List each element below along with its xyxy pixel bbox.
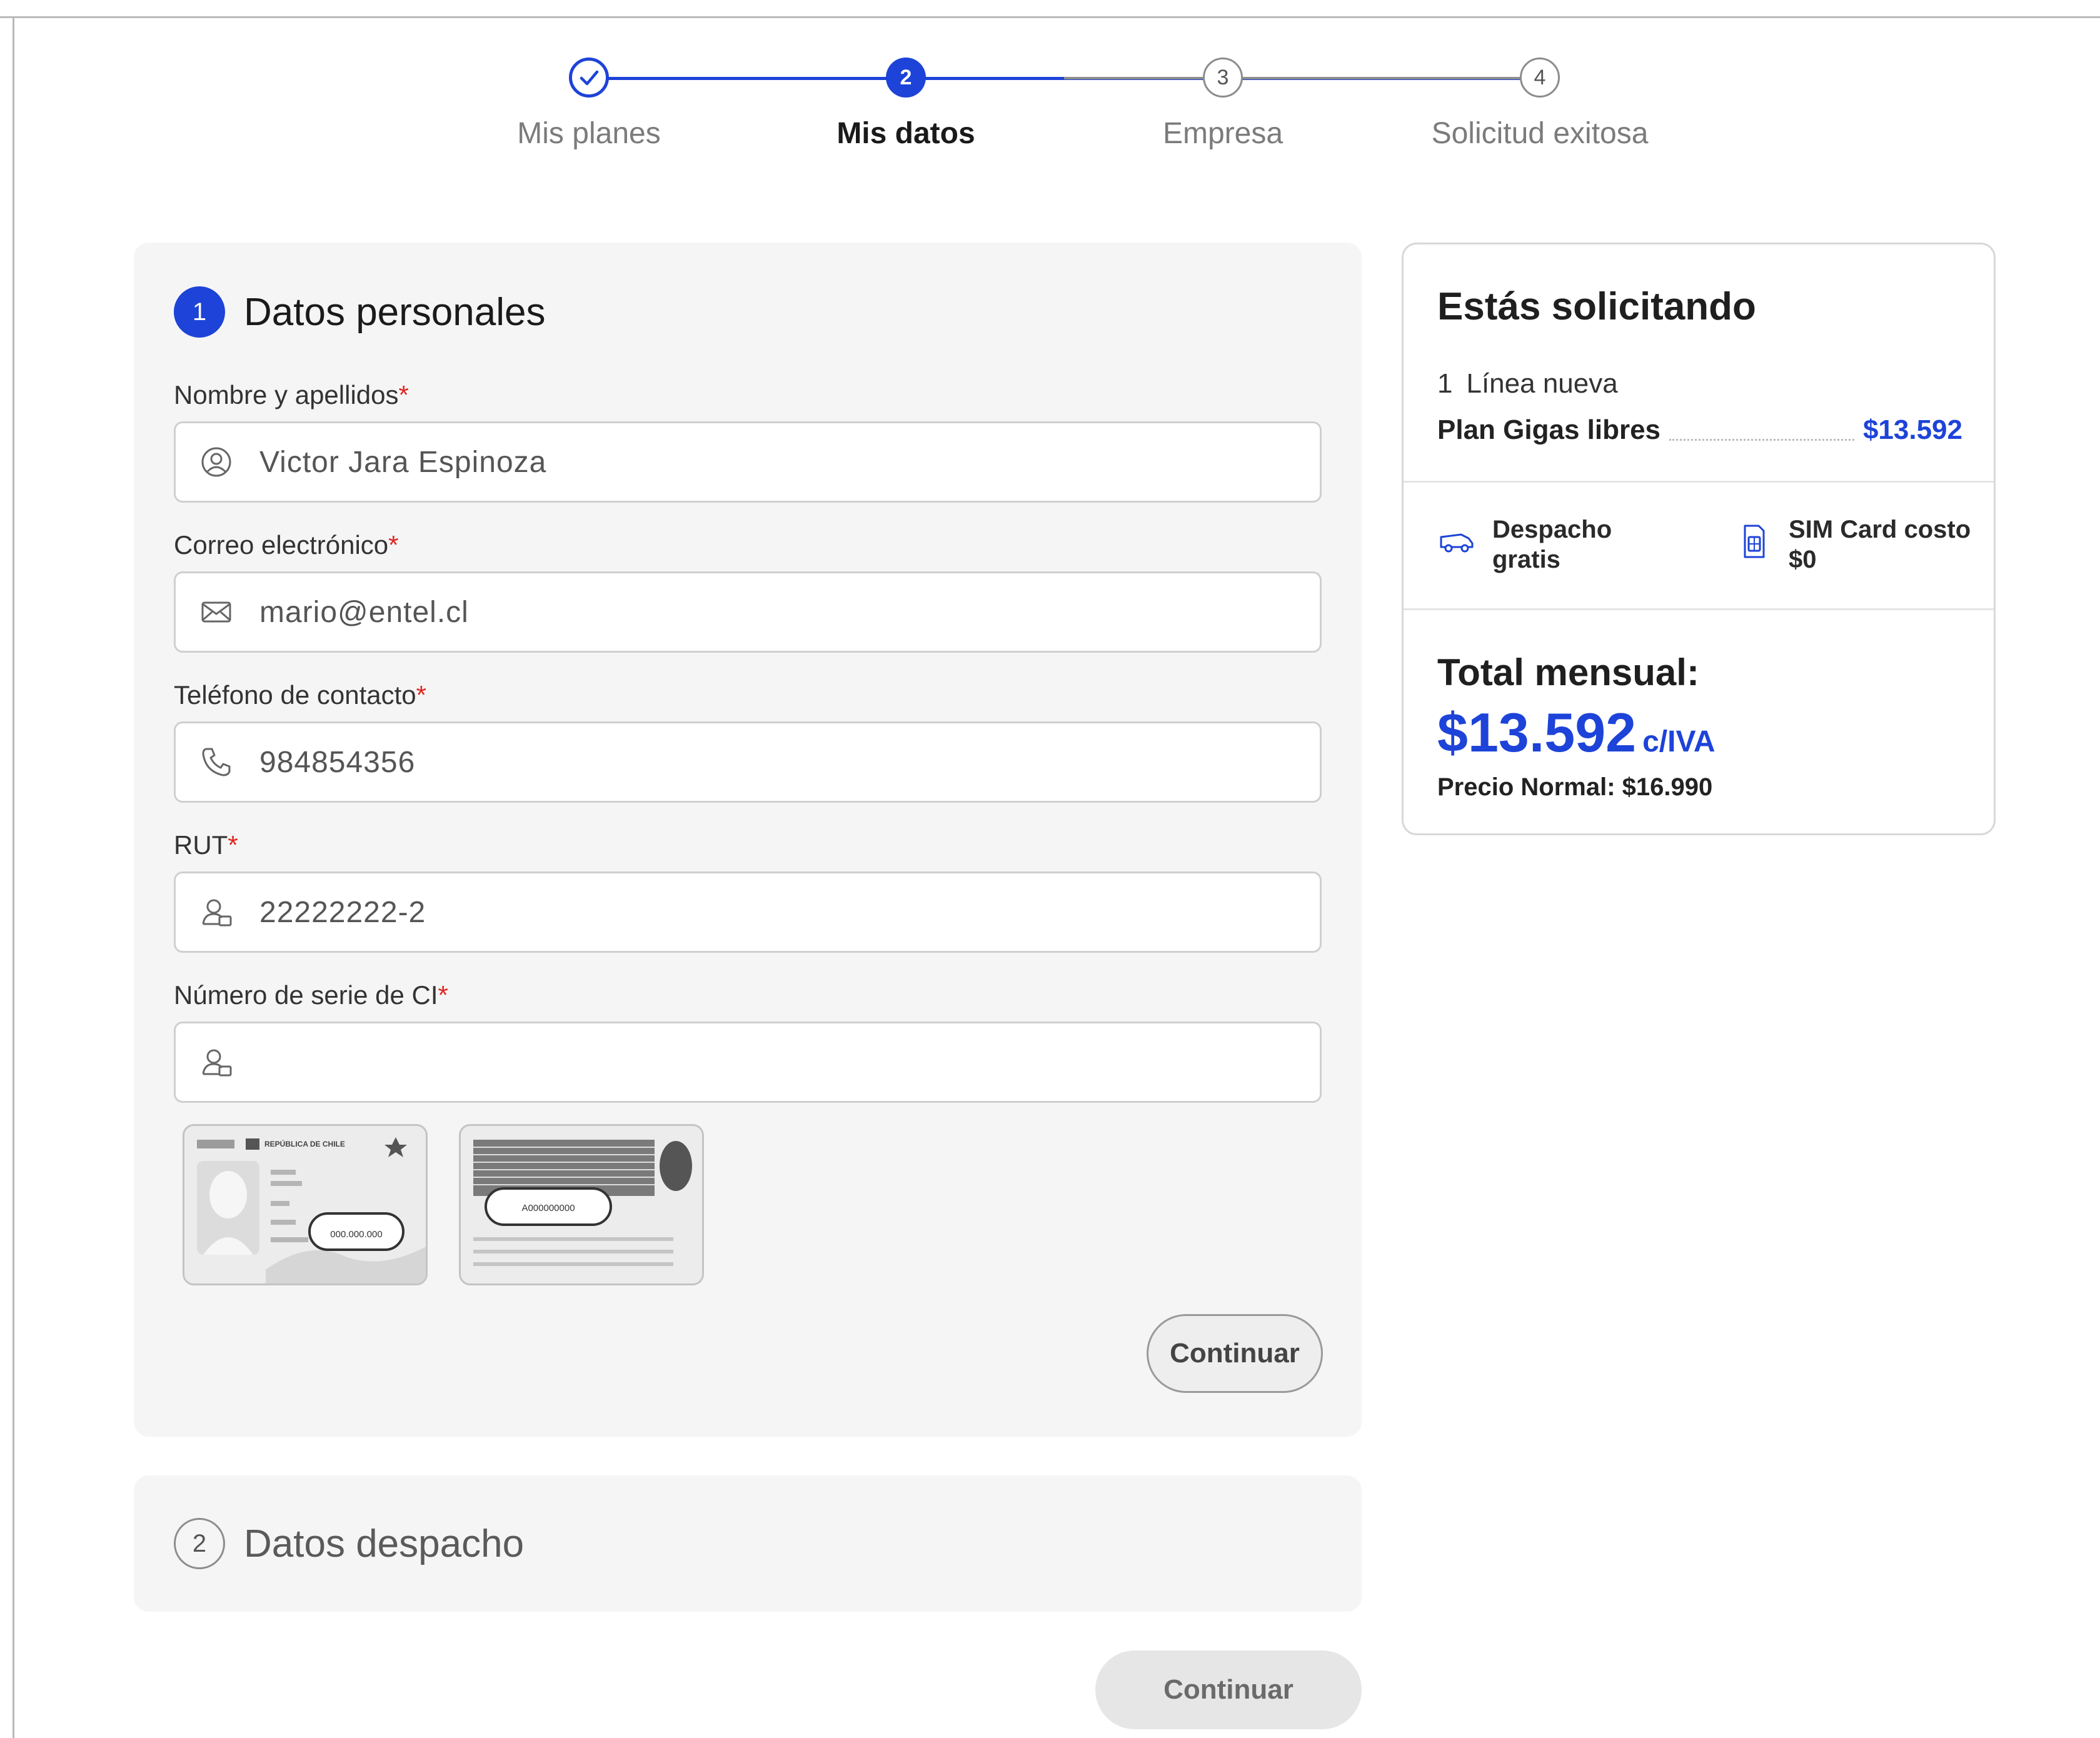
normal-price: Precio Normal: $16.990 (1437, 773, 1713, 801)
section-number-badge: 1 (174, 286, 225, 338)
plan-price: $13.592 (1862, 414, 1962, 445)
continue-button[interactable]: Continuar (1147, 1314, 1323, 1393)
step-number: 2 (886, 58, 926, 98)
plan-name: Plan Gigas libres (1437, 414, 1661, 445)
total-price-row: $13.592 c/IVA (1437, 701, 1716, 765)
shipping-data-header[interactable]: 2 Datos despacho (174, 1518, 524, 1569)
free-shipping-text: Despacho gratis (1492, 516, 1612, 573)
id-card-front-image: REPÚBLICA DE CHILE 000.000.000 (183, 1124, 428, 1285)
total-label: Total mensual: (1437, 651, 1699, 693)
tax-suffix: c/IVA (1642, 725, 1716, 758)
continue-button-disabled[interactable]: Continuar (1095, 1650, 1362, 1729)
phone-value: 984854356 (259, 745, 416, 779)
name-label: Nombre y apellidos* (174, 380, 409, 409)
id-front-serial-text: 000.000.000 (330, 1229, 382, 1240)
free-shipping-perk: Despacho gratis (1437, 515, 1612, 575)
mail-icon (201, 601, 231, 623)
order-summary-card: Estás solicitando 1 Línea nueva Plan Giga… (1402, 243, 1996, 835)
step-label: Solicitud exitosa (1431, 117, 1649, 150)
plan-row: Plan Gigas libres $13.592 (1437, 414, 1962, 446)
page-left-border (13, 16, 14, 1738)
email-label: Correo electrónico* (174, 530, 399, 560)
plan-dotted-leader (1669, 439, 1854, 441)
line-quantity: 1 (1437, 368, 1453, 399)
summary-divider (1404, 481, 1994, 483)
step-number: 4 (1520, 58, 1560, 98)
summary-title: Estás solicitando (1437, 285, 1756, 328)
name-value: Victor Jara Espinoza (259, 445, 547, 479)
progress-stepper: Mis planes 2 Mis datos 3 Empresa 4 Solic… (0, 0, 2100, 163)
user-icon (201, 447, 231, 477)
ci-serial-label: Número de serie de CI* (174, 980, 448, 1010)
id-back-serial-text: A000000000 (521, 1203, 575, 1213)
section-title: Datos despacho (244, 1522, 525, 1565)
personal-data-header[interactable]: 1 Datos personales (174, 286, 546, 338)
phone-label: Teléfono de contacto* (174, 680, 426, 710)
id-country-text: REPÚBLICA DE CHILE (264, 1139, 345, 1148)
check-icon (569, 58, 609, 98)
sim-card-text: SIM Card costo $0 (1789, 516, 1971, 573)
id-user-icon (202, 1049, 232, 1077)
rut-label: RUT* (174, 830, 238, 860)
phone-icon (202, 748, 231, 776)
step-solicitud-exitosa[interactable]: 4 Solicitud exitosa (1352, 58, 1727, 151)
sim-card-icon (1744, 525, 1765, 558)
sim-card-perk: SIM Card costo $0 (1734, 515, 1971, 575)
ci-serial-field[interactable] (174, 1022, 1322, 1103)
name-field[interactable]: Victor Jara Espinoza (174, 421, 1322, 503)
rut-field[interactable]: 22222222-2 (174, 872, 1322, 953)
personal-data-card: 1 Datos personales Nombre y apellidos* V… (134, 243, 1362, 1437)
truck-icon (1440, 533, 1474, 553)
line-label: Línea nueva (1466, 368, 1618, 399)
shipping-data-card[interactable]: 2 Datos despacho (134, 1475, 1362, 1612)
phone-field[interactable]: 984854356 (174, 721, 1322, 803)
email-field[interactable]: mario@entel.cl (174, 571, 1322, 653)
total-price: $13.592 (1437, 701, 1637, 763)
id-user-icon (202, 899, 232, 927)
line-quantity-row: 1 Línea nueva (1437, 368, 1618, 399)
id-card-back-image: A000000000 (459, 1124, 704, 1285)
step-number: 3 (1203, 58, 1243, 98)
summary-divider (1404, 608, 1994, 610)
email-value: mario@entel.cl (259, 595, 469, 629)
section-number-badge: 2 (174, 1518, 225, 1569)
section-title: Datos personales (244, 290, 546, 334)
rut-value: 22222222-2 (259, 895, 426, 929)
